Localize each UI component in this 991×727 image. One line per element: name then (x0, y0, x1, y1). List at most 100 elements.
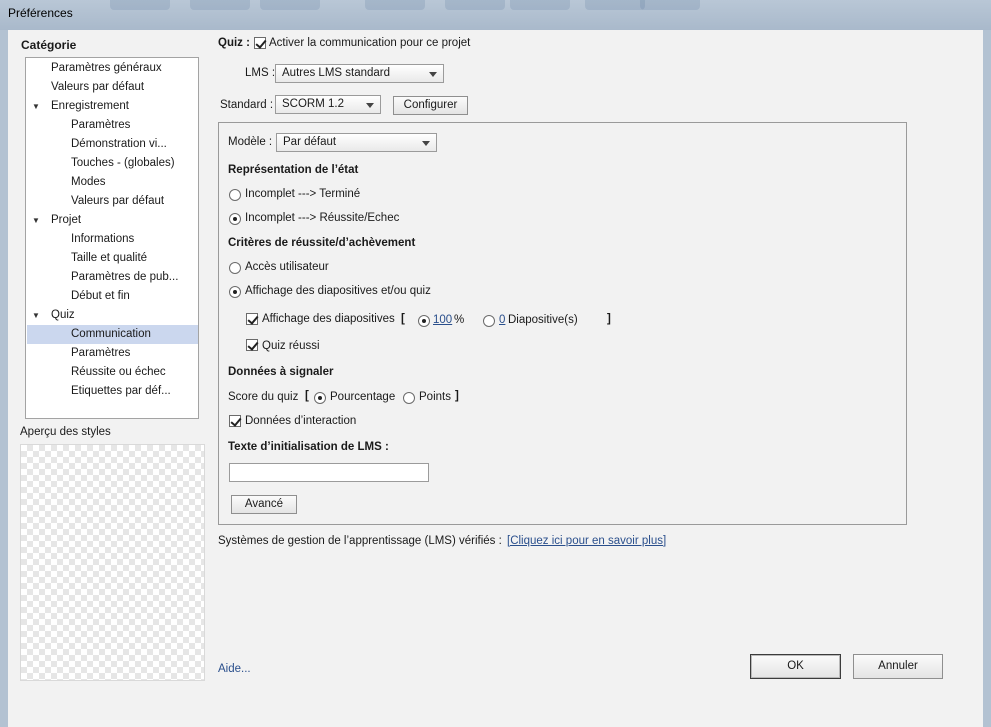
collapse-triangle-icon[interactable]: ▼ (32, 97, 40, 116)
percent-unit: % (454, 314, 465, 326)
standard-dropdown-value: SCORM 1.2 (282, 98, 344, 110)
tree-item-modes[interactable]: Modes (27, 173, 198, 192)
configure-button[interactable]: Configurer (393, 96, 468, 115)
tree-item-video-demo[interactable]: Démonstration vi... (27, 135, 198, 154)
template-label: Modèle : (228, 136, 273, 148)
interaction-data-label: Données d’interaction (245, 415, 357, 427)
init-text-input[interactable] (229, 463, 429, 482)
window-title: Préférences (8, 6, 73, 20)
lms-dropdown[interactable]: Autres LMS standard (275, 64, 444, 83)
tree-item-pass-fail[interactable]: Réussite ou échec (27, 363, 198, 382)
status-option-2-label: Incomplet ---> Réussite/Echec (245, 212, 400, 224)
status-incomplete-complete-radio[interactable] (229, 189, 241, 201)
tree-item-label: Etiquettes par déf... (71, 385, 171, 397)
dialog-client-area: Catégorie Paramètres généraux Valeurs pa… (8, 30, 983, 727)
standard-label: Standard : (220, 99, 274, 111)
verified-lms-text: Systèmes de gestion de l’apprentissage (… (218, 535, 502, 547)
tree-item-keys-global[interactable]: Touches - (globales) (27, 154, 198, 173)
help-link[interactable]: Aide... (218, 663, 251, 675)
quiz-score-label: Score du quiz (228, 391, 299, 403)
tree-item-label: Paramètres (71, 347, 131, 359)
tree-item-defaults[interactable]: Valeurs par défaut (27, 78, 198, 97)
category-heading: Catégorie (21, 38, 77, 52)
tree-item-information[interactable]: Informations (27, 230, 198, 249)
tree-item-label: Début et fin (71, 290, 130, 302)
window-frame-left (0, 30, 8, 727)
criteria-user-access-radio[interactable] (229, 262, 241, 274)
tree-item-recording-settings[interactable]: Paramètres (27, 116, 198, 135)
quiz-passed-checkbox[interactable] (246, 339, 258, 351)
status-option-1-label: Incomplet ---> Terminé (245, 188, 361, 200)
init-text-heading: Texte d’initialisation de LMS : (228, 441, 389, 453)
advanced-button[interactable]: Avancé (231, 495, 297, 514)
score-percent-label: Pourcentage (330, 391, 396, 403)
tree-item-label: Touches - (globales) (71, 157, 175, 169)
tree-item-label: Paramètres généraux (51, 62, 162, 74)
style-preview-label: Aperçu des styles (20, 426, 111, 438)
slides-count-field[interactable]: 0 (499, 314, 505, 326)
tree-item-recording[interactable]: ▼ Enregistrement (27, 97, 198, 116)
tree-item-label: Valeurs par défaut (51, 81, 145, 93)
criteria-option-1-label: Accès utilisateur (245, 261, 329, 273)
score-points-label: Points (419, 391, 451, 403)
learn-more-link[interactable]: [Cliquez ici pour en savoir plus] (507, 535, 666, 547)
slide-view-percent-radio[interactable] (418, 315, 430, 327)
slide-view-checkbox[interactable] (246, 313, 258, 325)
standard-dropdown[interactable]: SCORM 1.2 (275, 95, 381, 114)
score-percent-radio[interactable] (314, 392, 326, 404)
tree-item-communication[interactable]: Communication (27, 325, 198, 344)
chevron-down-icon (429, 72, 437, 77)
quiz-label: Quiz : (218, 37, 250, 49)
tree-item-default-labels[interactable]: Etiquettes par déf... (27, 382, 198, 401)
tree-item-quiz-settings[interactable]: Paramètres (27, 344, 198, 363)
tree-item-label: Démonstration vi... (71, 138, 167, 150)
criteria-slides-quiz-radio[interactable] (229, 286, 241, 298)
ok-button[interactable]: OK (750, 654, 841, 679)
tree-item-project[interactable]: ▼ Projet (27, 211, 198, 230)
score-points-radio[interactable] (403, 392, 415, 404)
cancel-button[interactable]: Annuler (853, 654, 943, 679)
lms-settings-panel: Modèle : Par défaut Représentation de l’… (218, 122, 907, 525)
tree-item-recording-defaults[interactable]: Valeurs par défaut (27, 192, 198, 211)
enable-lms-label: Activer la communication pour ce projet (269, 37, 471, 49)
background-window-ghost (260, 0, 320, 10)
interaction-data-checkbox[interactable] (229, 415, 241, 427)
percent-value-field[interactable]: 100 (433, 314, 452, 326)
category-tree[interactable]: Paramètres généraux Valeurs par défaut ▼… (25, 57, 199, 419)
window-frame-right (983, 30, 991, 727)
chevron-down-icon (422, 141, 430, 146)
bracket-open: [ (401, 313, 405, 325)
background-window-ghost (510, 0, 570, 10)
lms-dropdown-value: Autres LMS standard (282, 67, 391, 79)
tree-item-label: Informations (71, 233, 135, 245)
tree-item-label: Paramètres de pub... (71, 271, 179, 283)
style-preview-area (20, 444, 205, 681)
tree-item-label: Taille et qualité (71, 252, 148, 264)
tree-item-general-settings[interactable]: Paramètres généraux (27, 59, 198, 78)
background-window-ghost (640, 0, 700, 10)
background-window-ghost (585, 0, 645, 10)
tree-item-label: Modes (71, 176, 106, 188)
slide-view-count-radio[interactable] (483, 315, 495, 327)
tree-item-start-end[interactable]: Début et fin (27, 287, 198, 306)
completion-criteria-heading: Critères de réussite/d’achèvement (228, 237, 416, 249)
background-window-ghost (190, 0, 250, 10)
title-bar: Préférences (0, 0, 991, 30)
tree-item-label: Réussite ou échec (71, 366, 166, 378)
tree-item-label: Enregistrement (51, 100, 129, 112)
template-dropdown[interactable]: Par défaut (276, 133, 437, 152)
tree-item-label: Paramètres (71, 119, 131, 131)
background-window-ghost (110, 0, 170, 10)
tree-item-quiz[interactable]: ▼ Quiz (27, 306, 198, 325)
collapse-triangle-icon[interactable]: ▼ (32, 211, 40, 230)
bracket-open: [ (305, 390, 309, 402)
tree-item-label: Communication (71, 328, 151, 340)
tree-item-label: Valeurs par défaut (71, 195, 165, 207)
collapse-triangle-icon[interactable]: ▼ (32, 306, 40, 325)
tree-item-size-quality[interactable]: Taille et qualité (27, 249, 198, 268)
background-window-ghost (365, 0, 425, 10)
tree-item-publish-settings[interactable]: Paramètres de pub... (27, 268, 198, 287)
slide-view-label: Affichage des diapositives (262, 313, 395, 325)
status-incomplete-passfail-radio[interactable] (229, 213, 241, 225)
enable-lms-checkbox[interactable] (254, 37, 266, 49)
